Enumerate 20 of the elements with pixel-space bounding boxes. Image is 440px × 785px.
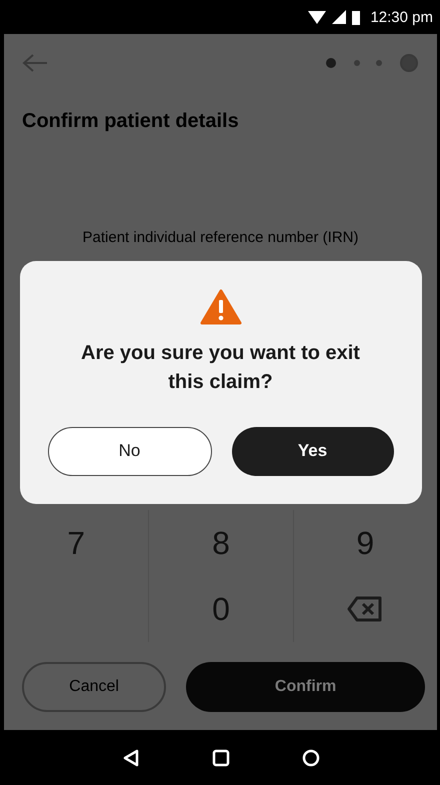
no-button[interactable]: No [48, 426, 212, 476]
field-label: Patient individual reference number (IRN) [82, 229, 360, 246]
warning-icon [200, 288, 242, 324]
home-icon[interactable] [212, 748, 230, 766]
recents-icon[interactable] [302, 748, 320, 766]
confirm-button[interactable]: Confirm [186, 662, 425, 712]
back-icon[interactable] [122, 748, 140, 766]
status-time: 12:30 pm [370, 8, 433, 26]
keypad-key[interactable]: 8 [148, 510, 293, 576]
dialog-message: Are you sure you want to exit this claim? [80, 340, 361, 394]
keypad-key[interactable]: 7 [4, 510, 148, 576]
keypad-key[interactable]: 9 [292, 510, 437, 576]
wifi-icon [308, 10, 326, 24]
keypad-key[interactable]: 0 [148, 576, 293, 642]
backspace-icon[interactable] [347, 596, 384, 622]
yes-button[interactable]: Yes [232, 426, 394, 476]
cancel-button[interactable]: Cancel [22, 662, 166, 712]
battery-icon [352, 10, 360, 24]
page-title: Confirm patient details [21, 109, 240, 133]
signal-icon [332, 10, 346, 24]
